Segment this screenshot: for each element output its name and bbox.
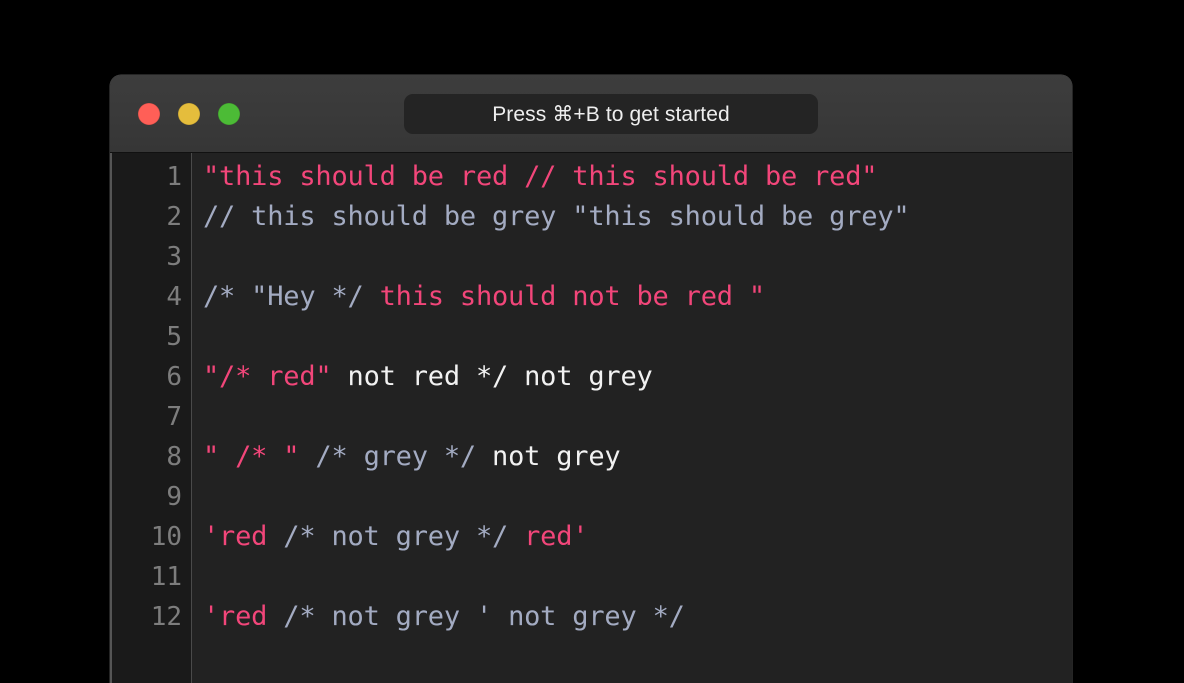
token-comment: /* not grey */ [283,521,509,552]
token-plain: not grey [475,441,621,472]
line-number: 3 [166,242,182,272]
code-line[interactable]: // this should be grey "this should be g… [203,197,1072,237]
token-comment: /* "Hey */ [203,281,364,312]
line-number-gutter: 1 2 3 4 5 6 7 8 9 10 11 12 [112,153,192,683]
line-number: 5 [166,322,182,352]
token-comment: /* not grey ' not grey */ [267,601,685,632]
token-plain: not red */ not grey [331,361,653,392]
minimize-button[interactable] [178,102,200,125]
line-number: 8 [166,442,182,472]
code-line[interactable] [203,557,1072,597]
token-string: 'red [203,521,284,552]
code-line[interactable] [203,237,1072,277]
window-title: Press ⌘+B to get started [492,102,730,126]
token-string: "/* red" [203,361,332,392]
code-line[interactable] [203,397,1072,437]
titlebar-search-pill[interactable]: Press ⌘+B to get started [404,94,818,134]
line-number: 2 [166,202,182,232]
line-number: 12 [150,602,182,632]
line-number: 9 [166,482,182,512]
token-string: this should not be red " [363,281,766,312]
line-number: 7 [166,402,182,432]
token-comment: /* grey */ [299,441,476,472]
code-line[interactable] [203,477,1072,517]
window-titlebar[interactable]: Press ⌘+B to get started [110,75,1072,153]
code-line[interactable]: "this should be red // this should be re… [203,157,1072,197]
line-number: 1 [166,162,182,192]
code-line[interactable]: " /* " /* grey */ not grey [203,437,1072,477]
code-line[interactable]: 'red /* not grey ' not grey */ [203,597,1072,637]
code-line[interactable]: "/* red" not red */ not grey [203,357,1072,397]
code-line[interactable]: /* "Hey */ this should not be red " [203,277,1072,317]
editor-window: Press ⌘+B to get started 1 2 3 4 5 6 7 8 9 10 11 12… [110,75,1072,683]
line-number: 11 [150,562,182,592]
token-string: "this should be red // this should be re… [203,161,878,192]
code-editor[interactable]: 1 2 3 4 5 6 7 8 9 10 11 12 "this should be red // t… [110,153,1072,683]
code-line[interactable] [203,317,1072,357]
token-string: " /* " [203,441,300,472]
code-line[interactable]: 'red /* not grey */ red' [203,517,1072,557]
line-number: 4 [166,282,182,312]
maximize-button[interactable] [218,102,240,125]
line-number: 6 [166,362,182,392]
line-number: 10 [150,522,182,552]
token-string: 'red [203,601,268,632]
token-string: red' [508,521,589,552]
close-button[interactable] [138,102,160,125]
code-content[interactable]: "this should be red // this should be re… [192,153,1072,683]
window-controls [138,102,240,125]
token-comment: // this should be grey "this should be g… [203,201,910,232]
